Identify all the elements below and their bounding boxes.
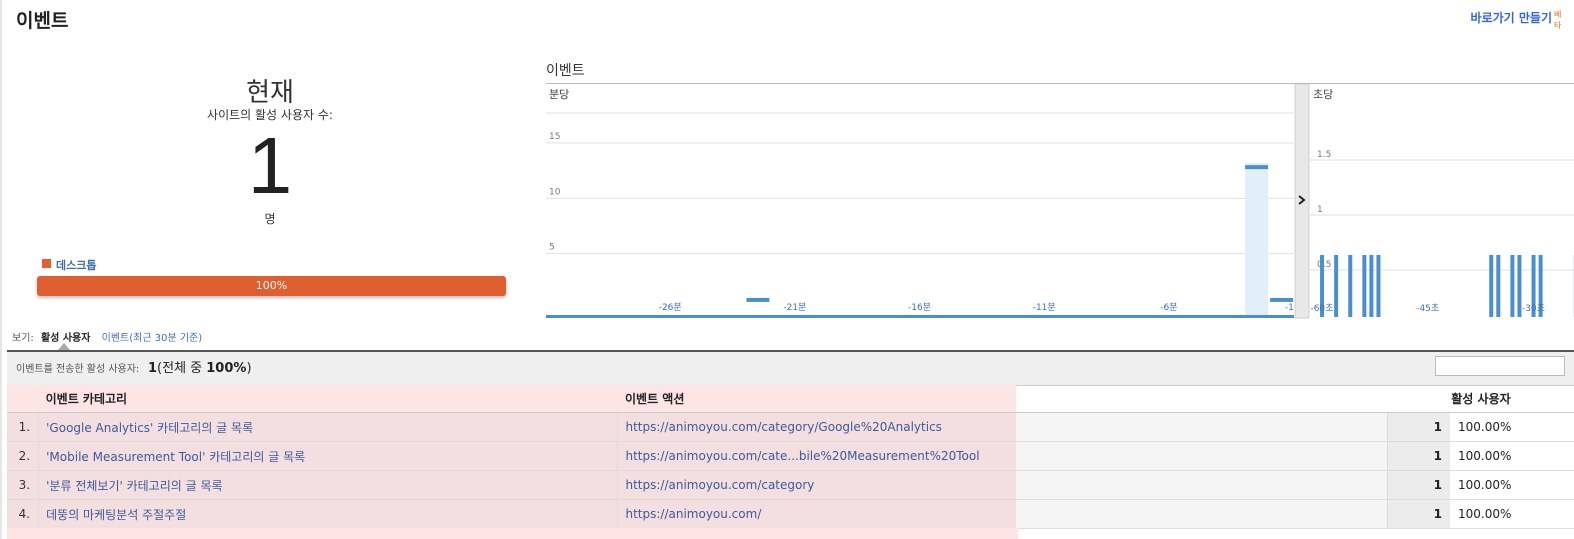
header-event-category[interactable]: 이벤트 카테고리 [38, 385, 618, 413]
table-bottom-filler [7, 528, 1018, 539]
event-category-link[interactable]: 데뚱의 마케팅분석 주절주절 [46, 508, 186, 522]
event-action-link[interactable]: https://animoyou.com/ [625, 507, 761, 521]
minute-bar [1270, 297, 1293, 302]
events-chart-title: 이벤트 [546, 63, 585, 79]
table-row: 4. 데뚱의 마케팅분석 주절주절 https://animoyou.com/ … [7, 499, 1574, 529]
summary-value: 1(전체 중 100%) [148, 357, 252, 376]
per-minute-label: 분당 [549, 88, 569, 101]
row-number: 2. [7, 441, 40, 471]
desktop-share-bar: 100% [37, 276, 506, 296]
second-x-tick-label: -60초 [1310, 303, 1333, 314]
now-title: 현재 [246, 78, 294, 108]
minute-bar [1245, 165, 1269, 170]
event-category-link[interactable]: '분류 전체보기' 카테고리의 글 목록 [46, 479, 222, 493]
header-num [7, 385, 39, 413]
events-table: 이벤트 카테고리 이벤트 액션 활성 사용자 1. 'Google Analyt… [7, 385, 1574, 529]
header-active-users[interactable]: 활성 사용자 [1387, 385, 1574, 413]
row-spacer [1016, 470, 1389, 500]
view-tabs: 보기: 활성 사용자 이벤트(최근 30분 기준) [12, 329, 202, 344]
header-spacer [1016, 385, 1388, 413]
second-bar [1362, 255, 1367, 317]
minute-x-tick-label: -26분 [659, 302, 682, 313]
second-y-tick-label: 1.5 [1317, 150, 1331, 160]
beta-badge: 베타 [1554, 10, 1562, 30]
second-bar [1517, 255, 1522, 317]
second-y-tick-label: 1 [1317, 205, 1323, 215]
view-prefix: 보기: [12, 333, 34, 344]
second-bar [1376, 255, 1381, 317]
summary-label: 이벤트를 전송한 활성 사용자: [16, 364, 140, 375]
second-bar [1489, 255, 1494, 317]
minute-y-tick-label: 10 [549, 187, 561, 197]
active-users-value: 1 [1387, 470, 1450, 500]
active-users-value: 1 [1387, 441, 1450, 471]
active-users-value: 1 [1387, 499, 1450, 529]
table-row: 1. 'Google Analytics' 카테고리의 글 목록 https:/… [7, 412, 1574, 442]
active-users-percent: 100.00% [1449, 499, 1574, 529]
second-bar [1348, 255, 1353, 317]
row-number: 1. [7, 412, 40, 442]
event-action-link[interactable]: https://animoyou.com/category/Google%20A… [625, 420, 941, 434]
event-category-link[interactable]: 'Mobile Measurement Tool' 카테고리의 글 목록 [46, 450, 305, 464]
row-spacer [1016, 412, 1389, 442]
minute-baseline [546, 315, 1294, 318]
minute-bar [746, 297, 770, 302]
active-users-count: 1 [247, 121, 293, 210]
second-bar [1496, 255, 1501, 317]
active-users-percent: 100.00% [1449, 441, 1574, 471]
tab-events-last-30-min[interactable]: 이벤트(최근 30분 기준) [102, 333, 203, 344]
active-users-percent: 100.00% [1449, 470, 1574, 500]
second-bar [1369, 255, 1374, 317]
summary-value-pct: 100% [206, 361, 247, 376]
summary-value-prefix: (전체 중 [157, 361, 207, 376]
second-x-tick-label: -30초 [1522, 303, 1545, 314]
events-chart: 분당 초당 51015 -26분 -21분 -16분 -11분 -6분 -1분 0.511… [546, 84, 1574, 319]
highlighted-minute-band [1245, 163, 1269, 317]
active-users-percent: 100.00% [1449, 412, 1574, 442]
minute-y-tick-label: 5 [549, 243, 555, 253]
row-number: 4. [7, 499, 40, 529]
minute-x-tick-label: -11분 [1033, 302, 1056, 313]
second-x-tick-label: -45초 [1416, 303, 1439, 314]
per-second-label: 초당 [1313, 88, 1333, 101]
create-shortcut-label[interactable]: 바로가기 만들기 [1471, 11, 1552, 25]
summary-value-suffix: ) [246, 361, 252, 376]
row-spacer [1016, 499, 1389, 529]
table-header-row: 이벤트 카테고리 이벤트 액션 활성 사용자 [7, 385, 1574, 413]
summary-value-main: 1 [148, 361, 158, 376]
row-number: 3. [7, 470, 40, 500]
event-category-link[interactable]: 'Google Analytics' 카테고리의 글 목록 [46, 421, 253, 435]
active-users-value: 1 [1387, 412, 1450, 442]
second-y-tick-label: 0.5 [1317, 260, 1331, 270]
minute-x-tick-label: -16분 [908, 302, 931, 313]
row-spacer [1016, 441, 1389, 471]
desktop-legend-swatch [42, 259, 51, 268]
table-row: 2. 'Mobile Measurement Tool' 카테고리의 글 목록 … [7, 441, 1574, 471]
active-tab-caret-icon [58, 343, 70, 350]
active-users-unit: 명 [264, 212, 276, 226]
second-bar [1510, 255, 1515, 317]
event-action-link[interactable]: https://animoyou.com/cate...bile%20Measu… [625, 449, 979, 463]
header-event-action[interactable]: 이벤트 액션 [617, 385, 1017, 413]
second-bar [1334, 255, 1339, 317]
table-row: 3. '분류 전체보기' 카테고리의 글 목록 https://animoyou… [7, 470, 1574, 500]
table-filter-input[interactable] [1435, 356, 1565, 376]
page-title: 이벤트 [16, 10, 69, 32]
minute-x-tick-label: -21분 [783, 302, 806, 313]
minute-x-tick-label: -6분 [1160, 302, 1177, 313]
minute-y-tick-label: 15 [549, 132, 560, 142]
event-action-link[interactable]: https://animoyou.com/category [625, 478, 814, 492]
desktop-legend-label: 데스크톱 [56, 259, 97, 272]
create-shortcut-link[interactable]: 바로가기 만들기 베타 [1471, 9, 1562, 30]
